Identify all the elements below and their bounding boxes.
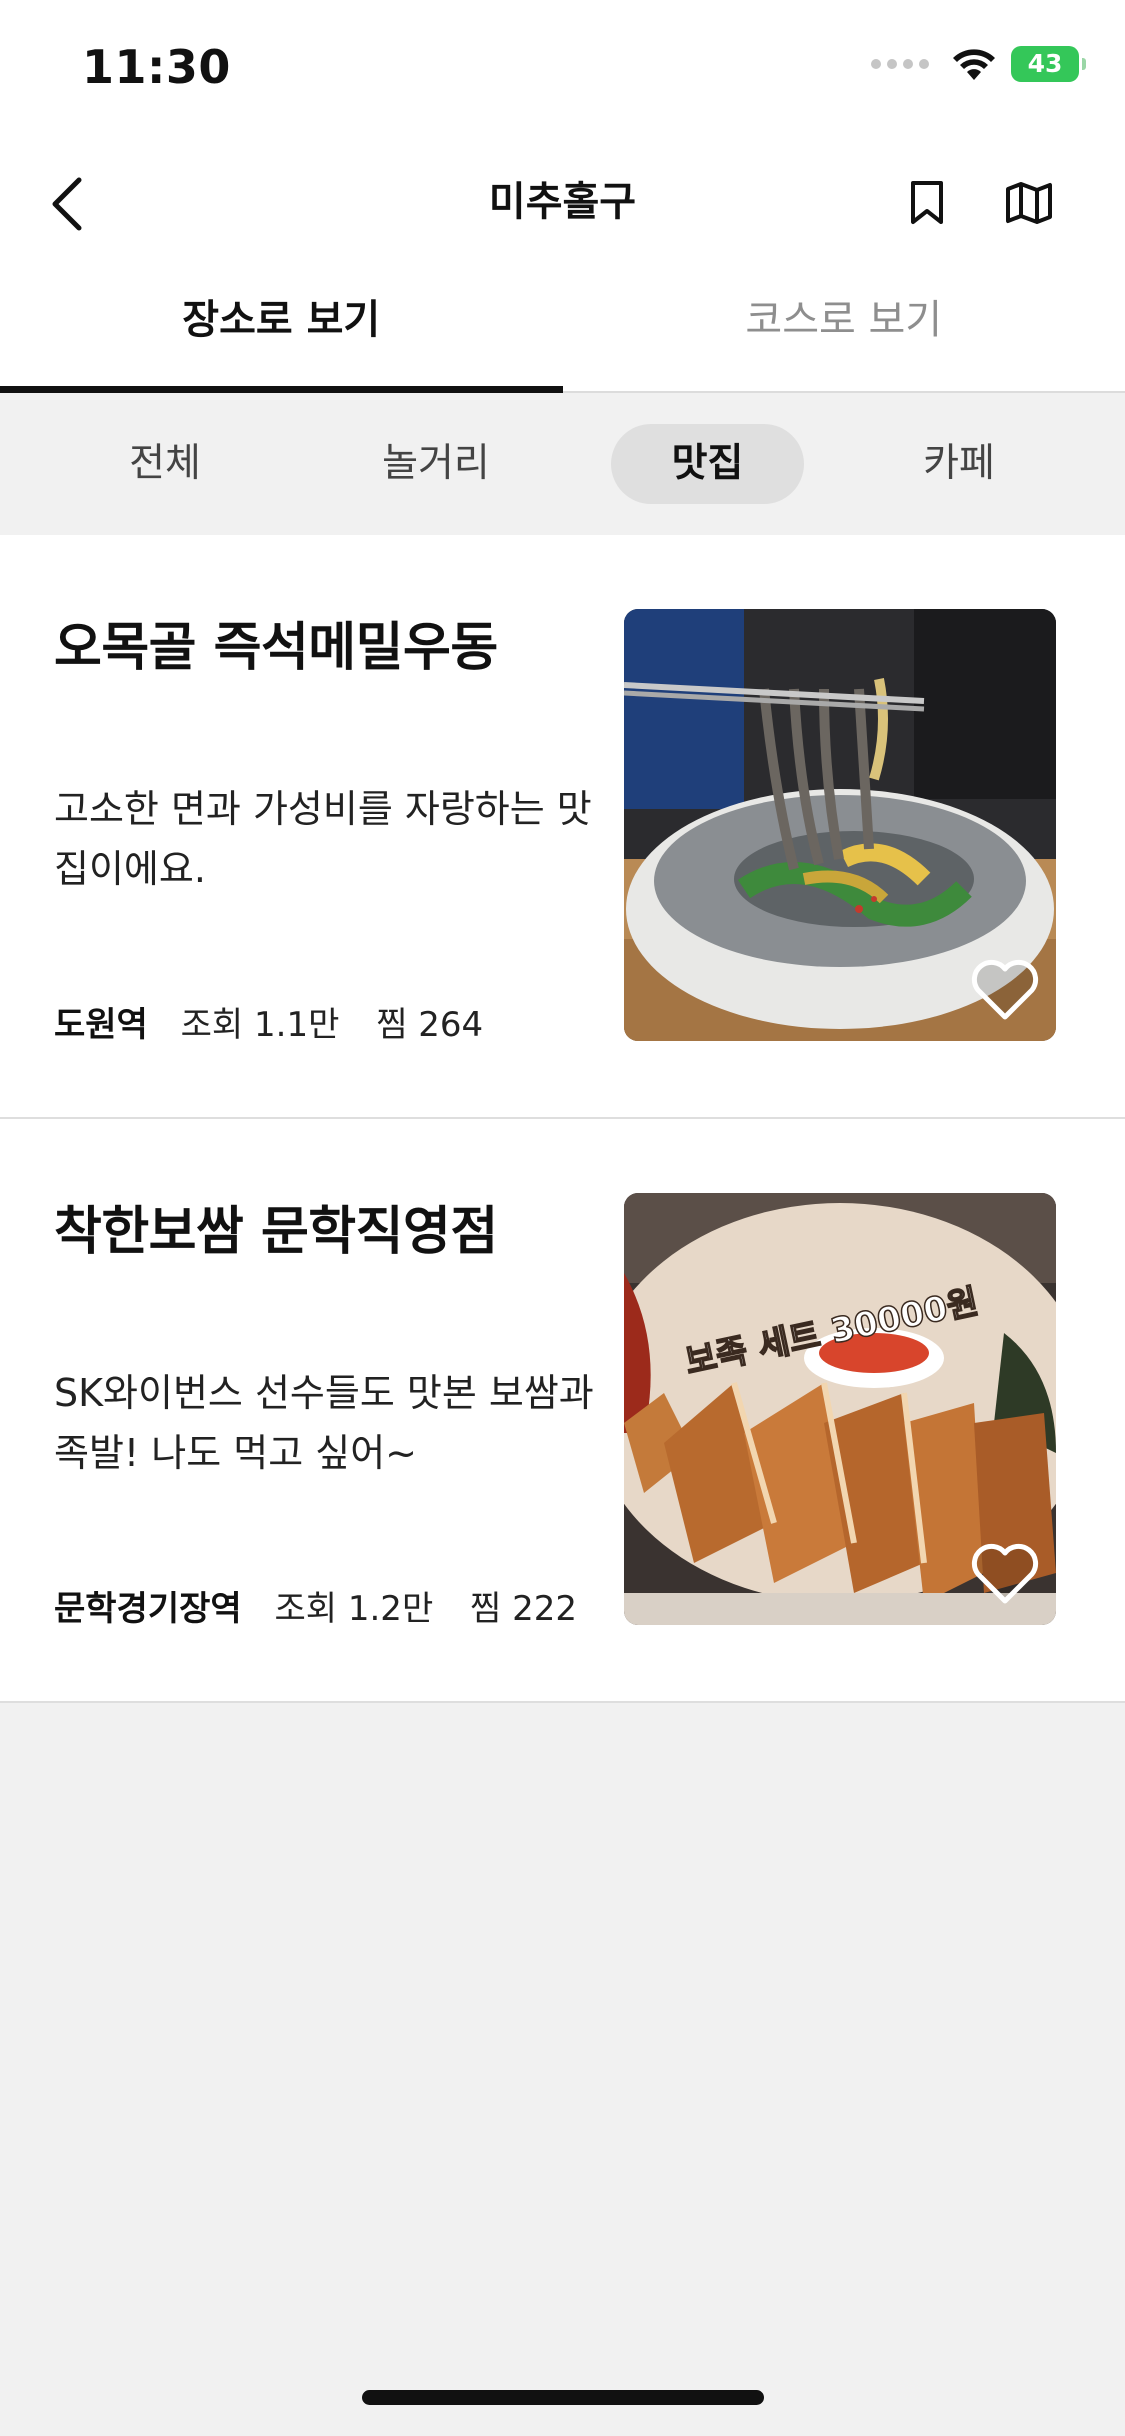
place-views: 조회 1.1만 xyxy=(180,1005,340,1045)
chip-restaurants[interactable]: 맛집 xyxy=(611,424,804,504)
wifi-icon xyxy=(953,49,995,80)
battery-level: 43 xyxy=(1027,49,1063,78)
tab-places[interactable]: 장소로 보기 xyxy=(0,265,563,393)
chip-activities[interactable]: 놀거리 xyxy=(360,424,512,504)
place-description: SK와이번스 선수들도 맛본 보쌈과 족발! 나도 먹고 싶어~ xyxy=(54,1371,594,1475)
place-saves: 찜 264 xyxy=(376,1005,484,1045)
status-time: 11:30 xyxy=(82,40,231,94)
map-button[interactable] xyxy=(996,170,1062,236)
place-card[interactable]: 오목골 즉석메밀우동 고소한 면과 가성비를 자랑하는 맛집이에요. 도원역 조… xyxy=(0,535,1125,1119)
tab-courses[interactable]: 코스로 보기 xyxy=(563,265,1125,391)
map-icon xyxy=(1006,182,1052,224)
bookmark-button[interactable] xyxy=(894,170,960,236)
place-card[interactable]: 착한보쌈 문학직영점 SK와이번스 선수들도 맛본 보쌈과 족발! 나도 먹고 … xyxy=(0,1119,1125,1703)
bookmark-icon xyxy=(911,181,943,224)
place-saves: 찜 222 xyxy=(470,1589,578,1629)
cellular-signal-icon xyxy=(871,59,929,69)
place-photo[interactable] xyxy=(624,609,1056,1041)
nav-bar: 미추홀구 xyxy=(0,140,1125,265)
place-title: 오목골 즉석메밀우동 xyxy=(54,618,498,678)
place-list: 오목골 즉석메밀우동 고소한 면과 가성비를 자랑하는 맛집이에요. 도원역 조… xyxy=(0,535,1125,1703)
heart-icon[interactable] xyxy=(970,1543,1040,1605)
home-indicator[interactable] xyxy=(362,2390,764,2405)
battery-icon: 43 xyxy=(1011,46,1086,82)
place-meta: 도원역 조회 1.1만 찜 264 xyxy=(54,997,483,1046)
status-indicators: 43 xyxy=(871,46,1086,82)
place-views: 조회 1.2만 xyxy=(274,1589,434,1629)
place-photo[interactable]: 보족 세트 30000원 xyxy=(624,1193,1056,1625)
status-bar: 11:30 43 xyxy=(0,0,1125,140)
chip-cafes[interactable]: 카페 xyxy=(892,424,1026,504)
view-tabs: 장소로 보기 코스로 보기 xyxy=(0,265,1125,393)
place-title: 착한보쌈 문학직영점 xyxy=(54,1202,498,1262)
category-filter: 전체 놀거리 맛집 카페 xyxy=(0,393,1125,535)
place-station: 도원역 xyxy=(54,1005,148,1045)
place-station: 문학경기장역 xyxy=(54,1589,242,1629)
place-meta: 문학경기장역 조회 1.2만 찜 222 xyxy=(54,1581,577,1630)
place-description: 고소한 면과 가성비를 자랑하는 맛집이에요. xyxy=(54,787,592,891)
chip-all[interactable]: 전체 xyxy=(98,424,232,504)
heart-icon[interactable] xyxy=(970,959,1040,1021)
